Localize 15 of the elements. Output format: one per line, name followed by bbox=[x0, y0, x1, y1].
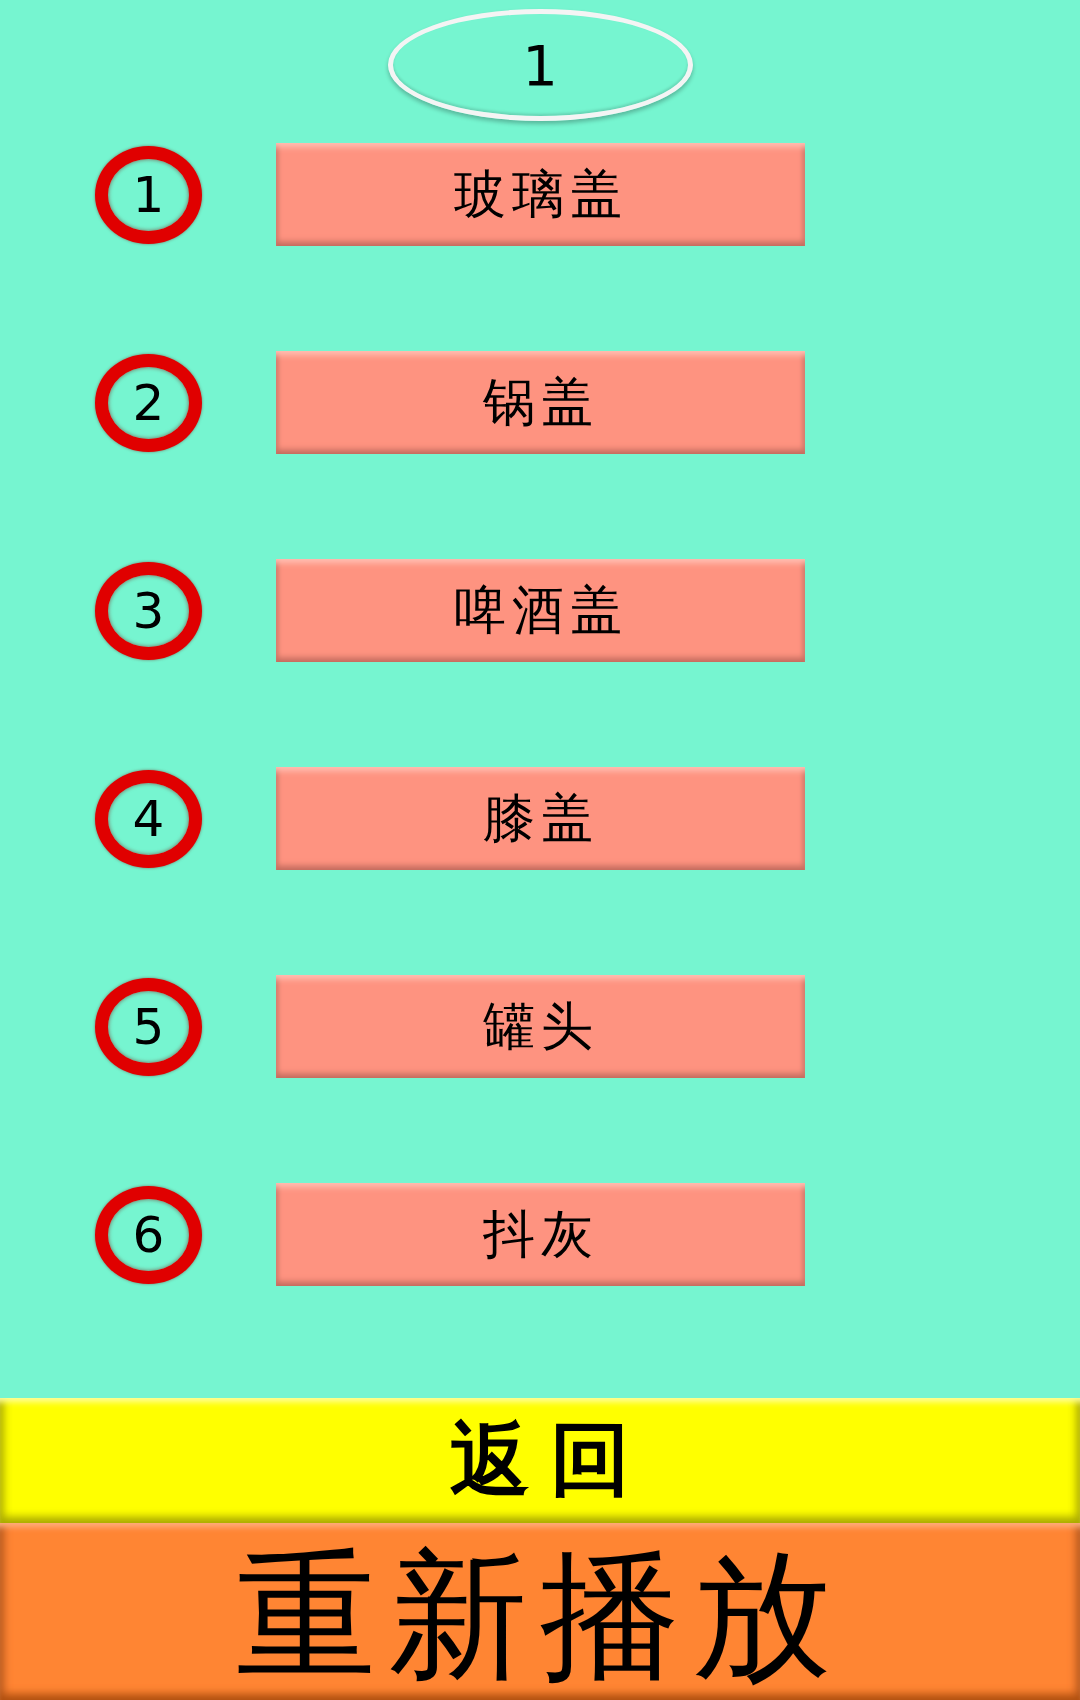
back-button[interactable]: 返 回 bbox=[0, 1398, 1080, 1523]
number-badge: 3 bbox=[95, 561, 202, 660]
option-button[interactable]: 锅盖 bbox=[276, 351, 805, 454]
number-badge: 2 bbox=[95, 353, 202, 452]
option-button[interactable]: 膝盖 bbox=[276, 767, 805, 870]
option-button[interactable]: 罐头 bbox=[276, 975, 805, 1078]
counter-badge: 1 bbox=[387, 9, 693, 121]
number-badge: 5 bbox=[95, 977, 202, 1076]
option-button[interactable]: 啤酒盖 bbox=[276, 559, 805, 662]
option-button[interactable]: 玻璃盖 bbox=[276, 143, 805, 246]
number-badge: 4 bbox=[95, 769, 202, 868]
number-badge: 1 bbox=[95, 145, 202, 244]
option-button[interactable]: 抖灰 bbox=[276, 1183, 805, 1286]
replay-button[interactable]: 重新播放 bbox=[0, 1523, 1080, 1700]
number-badge: 6 bbox=[95, 1185, 202, 1284]
